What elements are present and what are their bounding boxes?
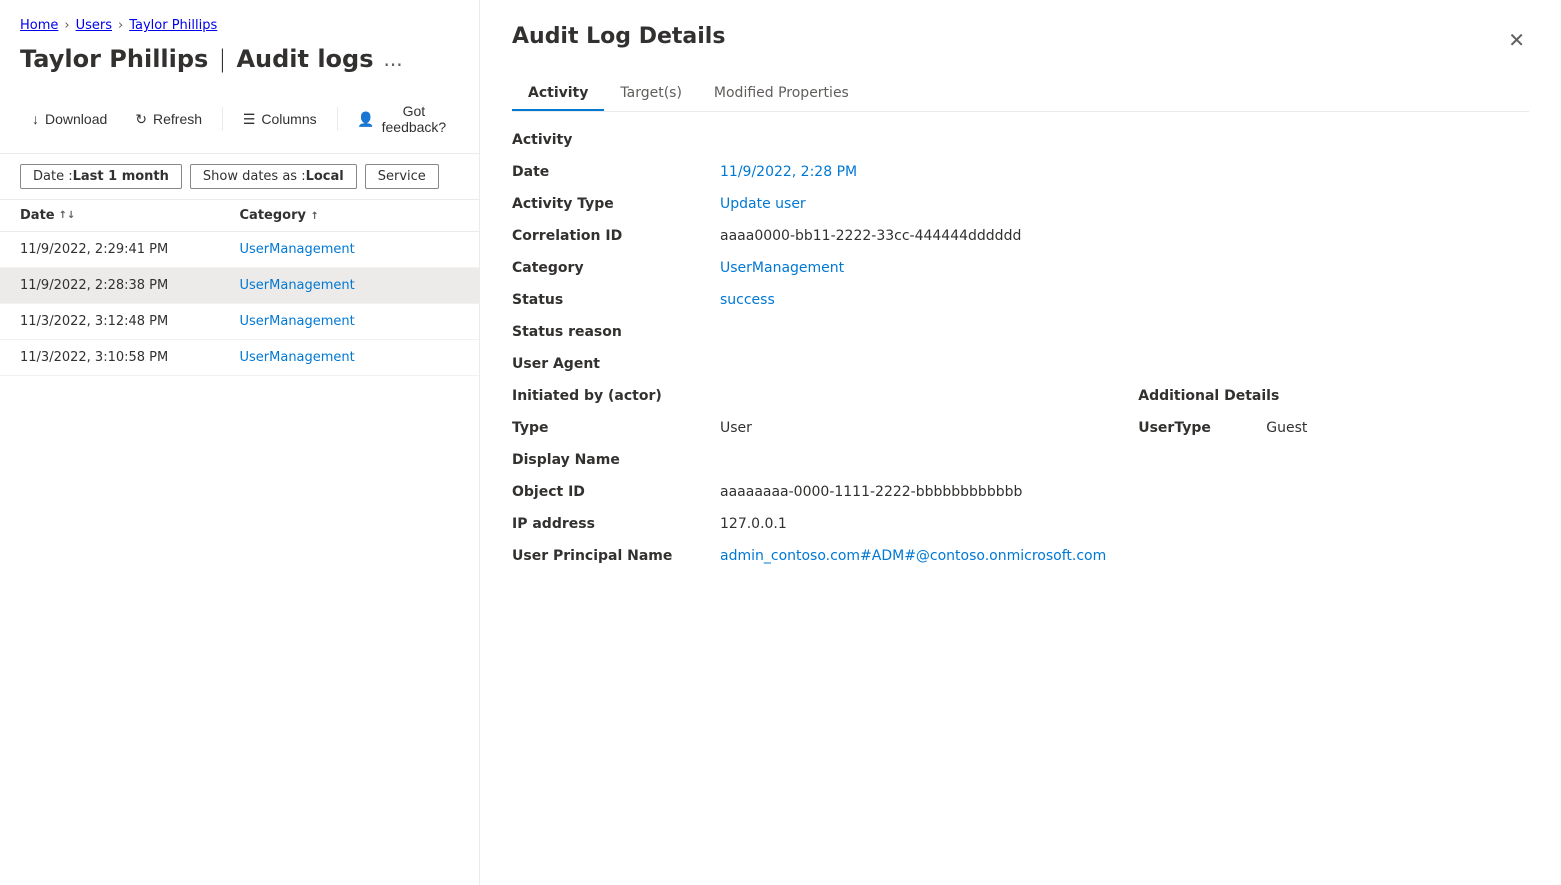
refresh-icon: ↻ (135, 111, 147, 128)
actor-section: Initiated by (actor) Type User Display N… (512, 388, 1106, 580)
toolbar-divider (222, 107, 223, 131)
breadcrumb-user[interactable]: Taylor Phillips (129, 18, 217, 33)
additional-value-user-type: Guest (1266, 420, 1529, 436)
page-title-subtitle: Audit logs (236, 45, 373, 73)
title-divider: | (218, 45, 226, 73)
date-cell: 11/9/2022, 2:29:41 PM (20, 242, 240, 257)
detail-row-user-agent: User Agent (512, 356, 1529, 372)
actor-value-type: User (720, 420, 1106, 436)
breadcrumb-sep2: › (118, 18, 123, 33)
columns-button[interactable]: ☰ Columns (231, 105, 329, 134)
actor-label-object-id: Object ID (512, 484, 712, 500)
detail-row-category: Category UserManagement (512, 260, 1529, 276)
category-cell: UserManagement (240, 314, 460, 329)
actor-row-object-id: Object ID aaaaaaaa-0000-1111-2222-bbbbbb… (512, 484, 1106, 500)
detail-label-status: Status (512, 292, 712, 308)
showdates-filter[interactable]: Show dates as : Local (190, 164, 357, 189)
breadcrumb-sep1: › (64, 18, 69, 33)
detail-tab-modified-properties[interactable]: Modified Properties (698, 77, 865, 111)
detail-title: Audit Log Details (512, 24, 725, 49)
detail-value-correlation-id: aaaa0000-bb11-2222-33cc-444444dddddd (720, 228, 1529, 244)
detail-label-date: Date (512, 164, 712, 180)
page-title-name: Taylor Phillips (20, 45, 208, 73)
detail-tabs: ActivityTarget(s)Modified Properties (512, 77, 1529, 112)
additional-section: Additional Details UserType Guest (1106, 388, 1529, 580)
activity-section-label: Activity (512, 132, 1529, 148)
detail-row-status-reason: Status reason (512, 324, 1529, 340)
actor-row-upn: User Principal Name admin_contoso.com#AD… (512, 548, 1106, 564)
detail-label-correlation-id: Correlation ID (512, 228, 712, 244)
category-cell: UserManagement (240, 242, 460, 257)
columns-icon: ☰ (243, 111, 256, 128)
actor-label-upn: User Principal Name (512, 548, 712, 564)
download-button[interactable]: ↓ Download (20, 105, 119, 133)
close-button[interactable]: ✕ (1504, 24, 1529, 57)
table-row[interactable]: 11/3/2022, 3:10:58 PM UserManagement (0, 340, 479, 376)
detail-row-correlation-id: Correlation ID aaaa0000-bb11-2222-33cc-4… (512, 228, 1529, 244)
actor-section-label: Initiated by (actor) (512, 388, 1106, 404)
date-filter[interactable]: Date : Last 1 month (20, 164, 182, 189)
actor-label-ip: IP address (512, 516, 712, 532)
feedback-icon: 👤 (357, 111, 374, 128)
actor-value-object-id: aaaaaaaa-0000-1111-2222-bbbbbbbbbbbb (720, 484, 1106, 500)
actor-row-display-name: Display Name (512, 452, 1106, 468)
filters-bar: Date : Last 1 month Show dates as : Loca… (0, 154, 479, 200)
table-header: Date ↑↓ Category ↑ (0, 200, 479, 232)
actor-row-ip: IP address 127.0.0.1 (512, 516, 1106, 532)
table-row[interactable]: 11/3/2022, 3:12:48 PM UserManagement (0, 304, 479, 340)
actor-label-display-name: Display Name (512, 452, 712, 468)
download-icon: ↓ (32, 111, 39, 127)
table-body: 11/9/2022, 2:29:41 PM UserManagement 11/… (0, 232, 479, 376)
date-cell: 11/9/2022, 2:28:38 PM (20, 278, 240, 293)
detail-value-date[interactable]: 11/9/2022, 2:28 PM (720, 164, 1529, 180)
page-title-area: Taylor Phillips | Audit logs ... (0, 41, 479, 89)
detail-value-status[interactable]: success (720, 292, 1529, 308)
category-cell: UserManagement (240, 278, 460, 293)
detail-value-category[interactable]: UserManagement (720, 260, 1529, 276)
detail-label-status-reason: Status reason (512, 324, 712, 340)
table-row[interactable]: 11/9/2022, 2:28:38 PM UserManagement (0, 268, 479, 304)
date-cell: 11/3/2022, 3:12:48 PM (20, 314, 240, 329)
left-panel: Home › Users › Taylor Phillips Taylor Ph… (0, 0, 480, 885)
detail-tab-target-s-[interactable]: Target(s) (604, 77, 698, 111)
col-header-date[interactable]: Date ↑↓ (20, 208, 240, 223)
sort-icon-category: ↑ (311, 211, 319, 222)
detail-value-activity-type[interactable]: Update user (720, 196, 1529, 212)
detail-label-user-agent: User Agent (512, 356, 712, 372)
sort-icon-date: ↑↓ (59, 210, 76, 221)
col-header-category[interactable]: Category ↑ (240, 208, 460, 223)
service-filter[interactable]: Service (365, 164, 439, 189)
two-column-section: Initiated by (actor) Type User Display N… (512, 388, 1529, 580)
refresh-button[interactable]: ↻ Refresh (123, 105, 214, 134)
detail-row-activity-type: Activity Type Update user (512, 196, 1529, 212)
detail-header: Audit Log Details ✕ (512, 24, 1529, 57)
actor-value-ip: 127.0.0.1 (720, 516, 1106, 532)
additional-row-user-type: UserType Guest (1138, 420, 1529, 436)
detail-row-status: Status success (512, 292, 1529, 308)
more-options-button[interactable]: ... (384, 47, 403, 71)
table-row[interactable]: 11/9/2022, 2:29:41 PM UserManagement (0, 232, 479, 268)
feedback-button[interactable]: 👤 Got feedback? (345, 97, 459, 141)
category-cell: UserManagement (240, 350, 460, 365)
additional-section-label: Additional Details (1138, 388, 1529, 404)
actor-label-type: Type (512, 420, 712, 436)
detail-tab-activity[interactable]: Activity (512, 77, 604, 111)
breadcrumb-users[interactable]: Users (76, 18, 112, 33)
actor-value-upn[interactable]: admin_contoso.com#ADM#@contoso.onmicroso… (720, 548, 1106, 564)
actor-row-type: Type User (512, 420, 1106, 436)
additional-label-user-type: UserType (1138, 420, 1258, 436)
breadcrumb: Home › Users › Taylor Phillips (0, 0, 479, 41)
detail-row-date: Date 11/9/2022, 2:28 PM (512, 164, 1529, 180)
toolbar: ↓ Download ↻ Refresh ☰ Columns 👤 Got fee… (0, 89, 479, 154)
right-panel: Audit Log Details ✕ ActivityTarget(s)Mod… (480, 0, 1561, 885)
date-cell: 11/3/2022, 3:10:58 PM (20, 350, 240, 365)
toolbar-divider2 (337, 107, 338, 131)
detail-label-activity-type: Activity Type (512, 196, 712, 212)
breadcrumb-home[interactable]: Home (20, 18, 58, 33)
detail-label-category: Category (512, 260, 712, 276)
